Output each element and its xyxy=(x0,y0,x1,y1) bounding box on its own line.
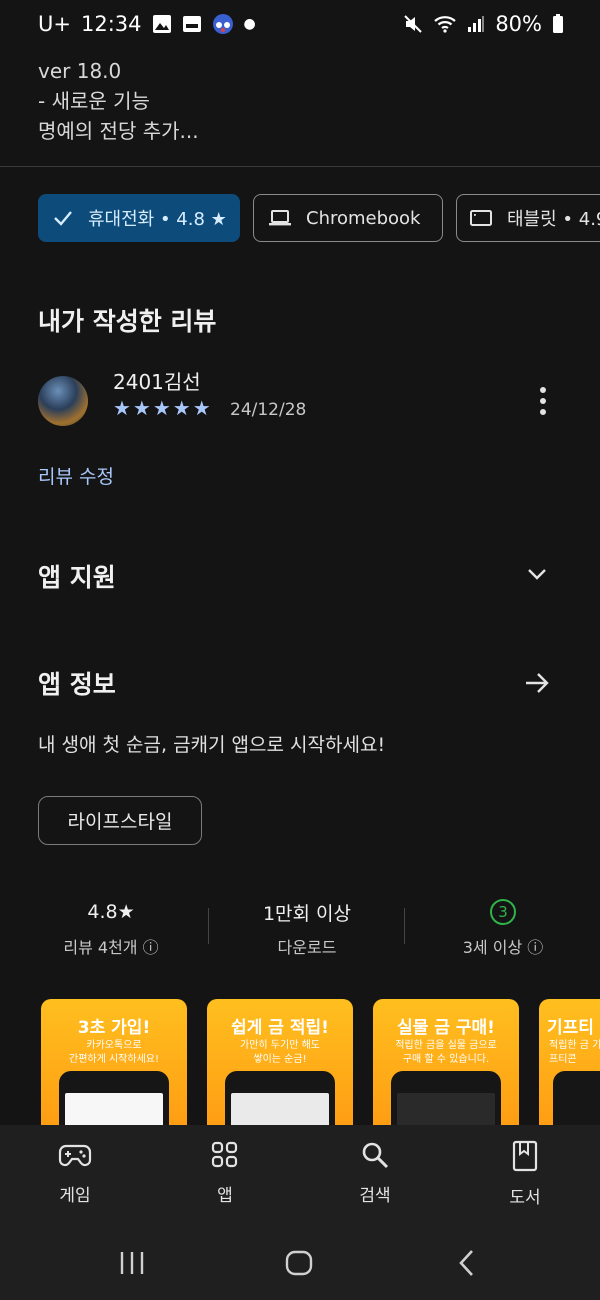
screenshot-subtitle: 적립한 금을 실물 금으로 구매 할 수 있습니다. xyxy=(395,1040,497,1065)
clock: 12:34 xyxy=(80,12,142,36)
review-date: 24/12/28 xyxy=(230,400,307,420)
nav-label: 검색 xyxy=(359,1186,391,1206)
status-bar: U+ 12:34 ● 80% xyxy=(0,0,600,48)
screenshot-title: 실물 금 구매! xyxy=(397,1018,495,1038)
screenshot-card[interactable]: 기프티 적립한 금 기프티콘 xyxy=(539,999,600,1139)
downloads-label: 다운로드 xyxy=(277,938,337,957)
book-icon xyxy=(512,1140,538,1172)
screenshot-subtitle: 카카오톡으로 간편하게 시작하세요! xyxy=(69,1040,159,1065)
screenshot-subtitle: 가만히 두기만 해도 쌓이는 순금! xyxy=(240,1040,320,1065)
avatar xyxy=(38,376,88,426)
stat-downloads: 1만회 이상 다운로드 xyxy=(232,898,382,958)
nav-games[interactable]: 게임 xyxy=(25,1140,125,1206)
nav-search[interactable]: 검색 xyxy=(325,1140,425,1206)
back-icon[interactable] xyxy=(456,1248,478,1278)
version-text: ver 18.0 xyxy=(38,59,122,83)
chip-label: 태블릿 • 4.9 xyxy=(507,209,600,230)
stat-separator xyxy=(208,908,209,944)
star-rating: ★★★★★ xyxy=(113,396,213,420)
my-review-heading: 내가 작성한 리뷰 xyxy=(38,307,217,336)
laptop-icon xyxy=(269,210,291,226)
wifi-icon xyxy=(434,16,457,33)
edit-review-link[interactable]: 리뷰 수정 xyxy=(38,462,114,489)
stat-age: 3 3세 이상 ⓘ xyxy=(428,898,578,958)
battery-icon xyxy=(553,14,563,33)
apps-grid-icon xyxy=(211,1141,238,1168)
mute-icon xyxy=(404,15,423,33)
screenshot-title: 기프티 xyxy=(547,1018,594,1038)
stat-separator xyxy=(404,908,405,944)
screenshot-title: 쉽게 금 적립! xyxy=(231,1018,329,1038)
screenshot-card[interactable]: 실물 금 구매! 적립한 금을 실물 금으로 구매 할 수 있습니다. xyxy=(373,999,519,1139)
check-icon xyxy=(54,211,72,226)
downloads-value: 1만회 이상 xyxy=(262,902,352,925)
reviewer-name: 2401김선 xyxy=(113,370,201,394)
app-description: 내 생애 첫 순금, 금캐기 앱으로 시작하세요! xyxy=(38,734,386,756)
nav-apps[interactable]: 앱 xyxy=(175,1140,275,1206)
nav-label: 도서 xyxy=(509,1188,541,1208)
app-info-heading[interactable]: 앱 정보 xyxy=(38,665,116,701)
more-options-icon[interactable] xyxy=(532,384,554,418)
rating-value: 4.8★ xyxy=(87,901,135,923)
home-icon[interactable] xyxy=(284,1248,314,1278)
age-label[interactable]: 3세 이상 ⓘ xyxy=(428,934,578,958)
nav-label: 앱 xyxy=(217,1186,233,1206)
chip-chromebook[interactable]: Chromebook xyxy=(253,194,443,242)
chevron-down-icon[interactable] xyxy=(526,566,548,582)
chip-label: 휴대전화 • 4.8 ★ xyxy=(88,209,227,230)
rating-label[interactable]: 리뷰 4천개 ⓘ xyxy=(36,934,186,958)
category-tag[interactable]: 라이프스타일 xyxy=(38,796,202,845)
search-icon xyxy=(362,1142,389,1169)
screenshot-card[interactable]: 3초 가입! 카카오톡으로 간편하게 시작하세요! xyxy=(41,999,187,1139)
dot-icon: ● xyxy=(243,16,256,32)
age-rating-badge: 3 xyxy=(490,899,516,925)
app-badge-icon xyxy=(212,14,233,34)
chip-tablet[interactable]: 태블릿 • 4.9 xyxy=(456,194,600,242)
stat-rating: 4.8★ 리뷰 4천개 ⓘ xyxy=(36,898,186,958)
section-divider xyxy=(0,166,600,167)
screenshot-card[interactable]: 쉽게 금 적립! 가만히 두기만 해도 쌓이는 순금! xyxy=(207,999,353,1139)
recent-apps-icon[interactable] xyxy=(118,1248,146,1278)
battery-percent: 80% xyxy=(495,12,542,36)
signal-icon xyxy=(468,16,485,32)
carrier-label: U+ xyxy=(38,12,71,36)
nav-books[interactable]: 도서 xyxy=(475,1140,575,1208)
gallery-icon xyxy=(152,15,171,33)
arrow-right-icon[interactable] xyxy=(523,669,551,697)
screenshot-title: 3초 가입! xyxy=(77,1018,151,1038)
app-support-heading[interactable]: 앱 지원 xyxy=(38,558,116,594)
whats-new-notes: ver 18.0 - 새로운 기능 명예의 전당 추가... xyxy=(38,56,199,146)
whats-new-line: - 새로운 기능 xyxy=(38,89,150,113)
chip-phone[interactable]: 휴대전화 • 4.8 ★ xyxy=(38,194,240,242)
chip-label: Chromebook xyxy=(306,207,421,229)
status-right: 80% xyxy=(403,12,564,36)
whats-new-line: 명예의 전당 추가... xyxy=(38,119,199,143)
screenshot-subtitle: 적립한 금 기프티콘 xyxy=(549,1040,600,1065)
pay-icon xyxy=(182,16,201,32)
nav-label: 게임 xyxy=(59,1186,91,1206)
gamepad-icon xyxy=(58,1144,92,1167)
tablet-icon xyxy=(470,210,492,226)
status-left: U+ 12:34 ● xyxy=(38,12,256,36)
